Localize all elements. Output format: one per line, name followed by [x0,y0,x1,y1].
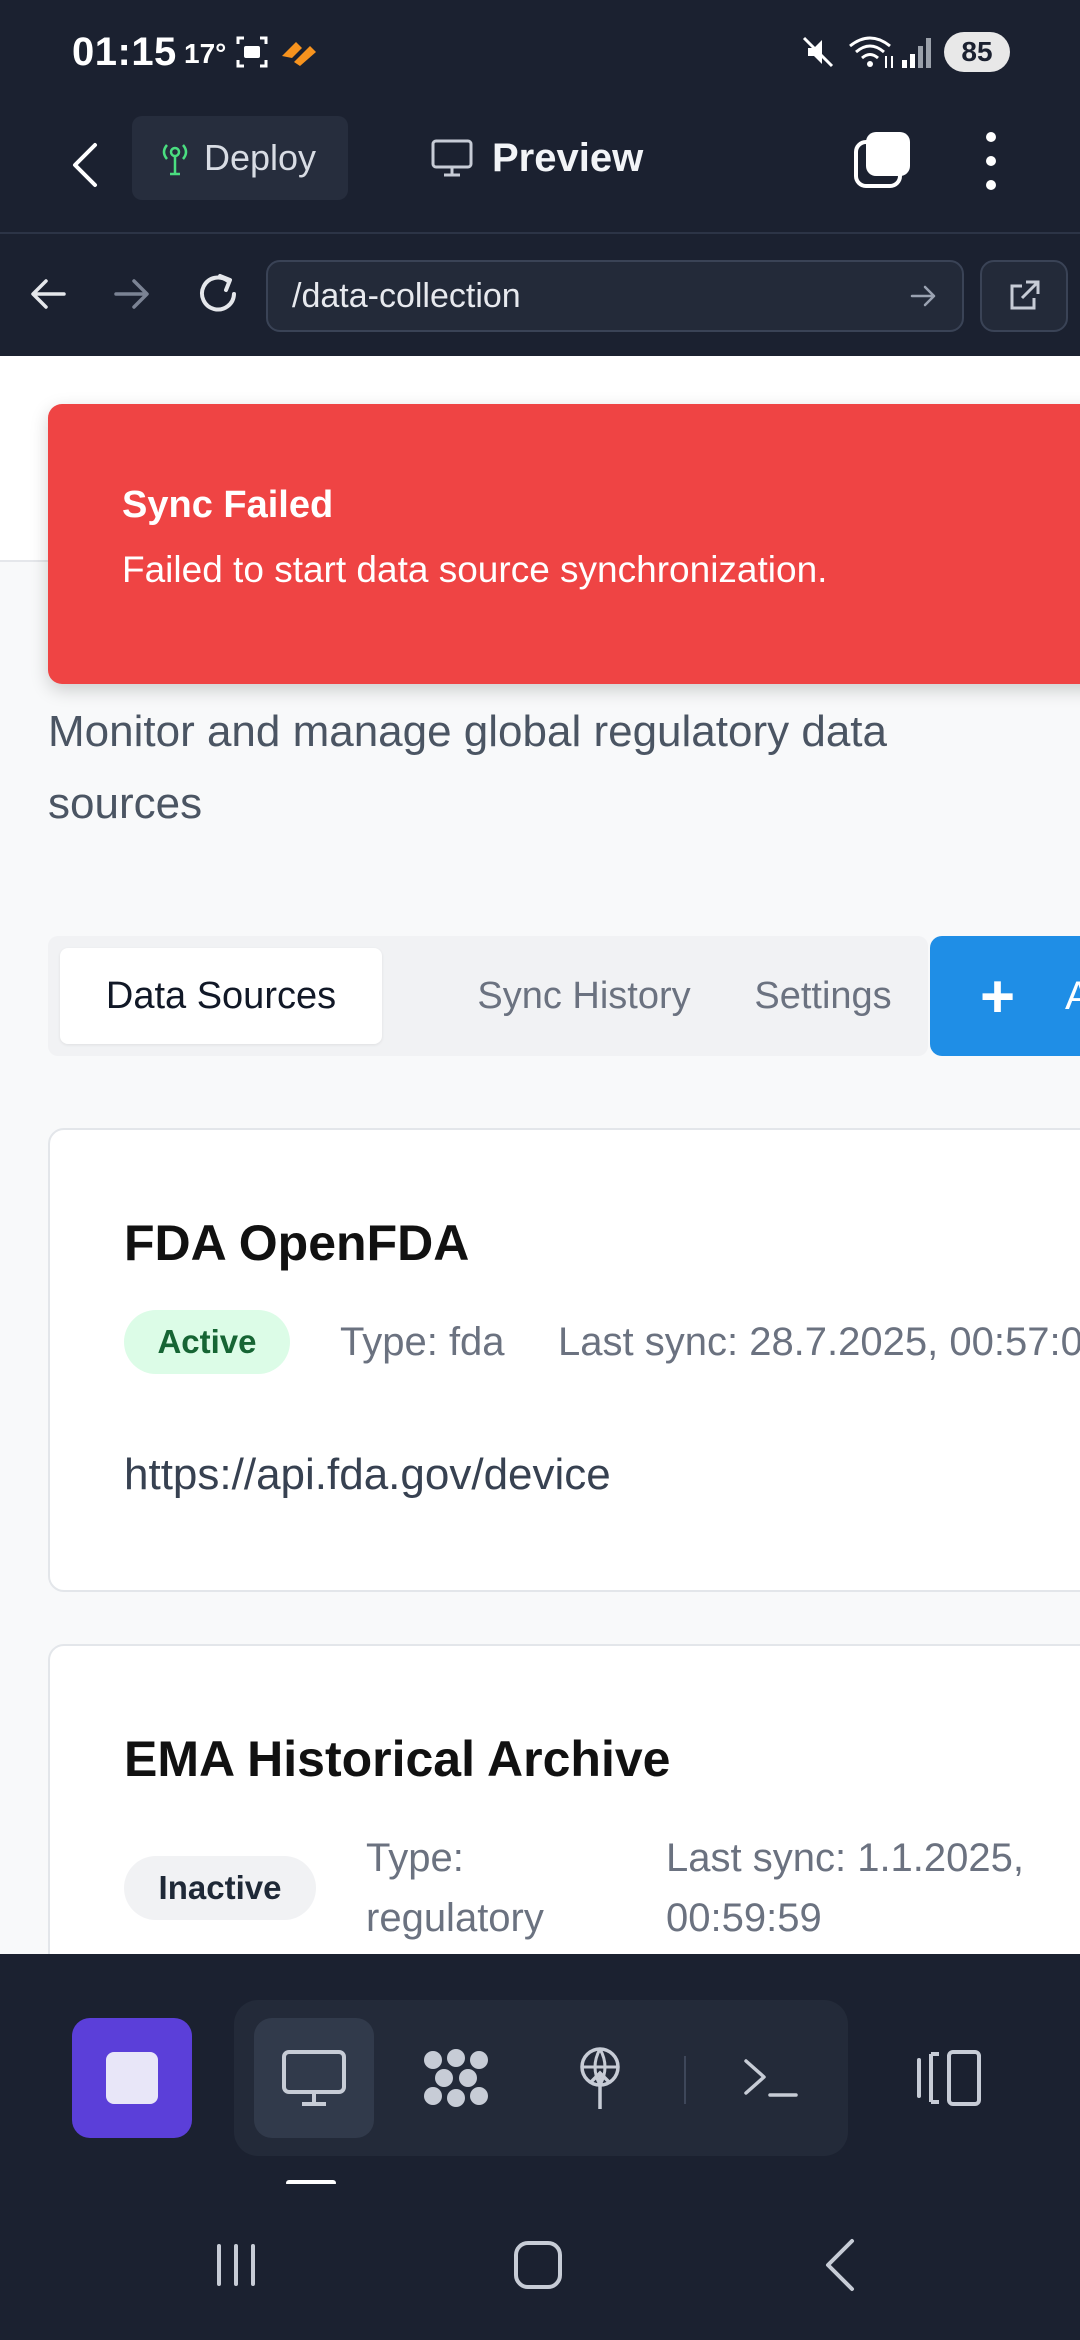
data-source-last-sync: Last sync: 28.7.2025, 00:57:0 [558,1320,1080,1364]
home-icon [514,2241,562,2289]
tab-data-sources[interactable]: Data Sources [60,948,382,1044]
deploy-label: Deploy [204,137,317,178]
monitor-icon [431,139,473,177]
toast-title: Sync Failed [122,484,334,526]
reload-button[interactable] [190,266,246,322]
recents-icon [217,2244,255,2286]
web-content: Sync Failed Failed to start data source … [0,356,1080,1954]
terminal-icon [744,2059,798,2097]
home-button[interactable] [488,2220,588,2310]
deploy-antenna-icon [162,144,188,176]
graph-nodes-icon [424,2049,488,2107]
divider [684,2056,686,2104]
status-bar: 01:15 17° 85 [0,0,1080,108]
preview-tool-button[interactable] [254,2018,374,2138]
screenshot-icon [236,36,268,68]
data-source-name: EMA Historical Archive [124,1731,671,1787]
toast-message: Failed to start data source synchronizat… [122,549,828,590]
workflow-tool-button[interactable] [396,2018,516,2138]
tabs-switcher-button[interactable] [852,130,912,190]
reload-icon [200,274,236,312]
console-tool-button[interactable] [710,2018,830,2138]
back-button[interactable] [60,130,110,200]
screen: 01:15 17° 85 Deploy Preview /data-collec… [0,0,1080,2340]
system-back-button[interactable] [790,2220,890,2310]
chevron-left-icon [826,2239,854,2291]
chevron-left-icon [73,143,97,187]
url-input[interactable]: /data-collection [266,260,964,332]
tab-list: Data Sources Sync History Settings [48,936,928,1056]
data-source-type-value: regulatory [366,1896,544,1940]
arrow-left-icon [31,279,66,309]
data-source-name: FDA OpenFDA [124,1215,470,1271]
dot [986,156,996,166]
preview-tab[interactable]: Preview [430,116,643,200]
panel-toggle-button[interactable] [890,2018,1010,2138]
battery-indicator: 85 [944,32,1010,72]
tab-sync-history[interactable]: Sync History [398,948,770,1044]
preview-label: Preview [492,135,644,180]
status-badge: Active [124,1310,290,1374]
data-source-last-sync: Last sync: 1.1.2025, [666,1836,1025,1880]
tab-settings[interactable]: Settings [718,948,928,1044]
url-text: /data-collection [292,276,521,315]
data-source-last-sync-time: 00:59:59 [666,1896,822,1940]
data-source-url: https://api.fda.gov/device [124,1450,611,1499]
wifi-icon [849,36,893,68]
go-arrow-icon[interactable] [908,280,940,312]
split-panel-icon [917,2050,981,2106]
page-subtitle: Monitor and manage global regulatory dat… [48,707,887,828]
external-link-icon [1010,280,1040,310]
browser-bar: /data-collection [0,236,1080,356]
data-source-card[interactable]: EMA Historical Archive Inactive Type: re… [48,1644,1080,1954]
app-header: Deploy Preview [0,108,1080,234]
arrow-right-icon [114,279,149,309]
tool-group [234,2000,848,2156]
dot [986,132,996,142]
more-options-button[interactable] [974,126,1008,196]
open-external-button[interactable] [980,260,1068,332]
status-temperature: 17° [184,38,227,69]
add-source-label: A [1065,973,1080,1018]
stop-icon [106,2052,158,2104]
system-nav-bar [0,2184,1080,2340]
mute-icon [802,36,834,68]
browser-back-button[interactable] [20,266,76,322]
error-toast[interactable]: Sync Failed Failed to start data source … [48,404,1080,684]
data-source-type-label: Type: [366,1836,464,1880]
stop-button[interactable] [72,2018,192,2138]
antenna-icon [580,2047,620,2109]
monitor-icon [282,2050,346,2106]
recent-apps-button[interactable] [186,2220,286,2310]
status-time: 01:15 [72,30,177,74]
plus-icon: + [980,962,1016,1030]
app-notification-icon [282,42,316,66]
deploy-button[interactable]: Deploy [132,116,348,200]
deploy-tool-button[interactable] [540,2018,660,2138]
signal-icon [902,38,931,68]
dot [986,180,996,190]
status-badge: Inactive [124,1856,316,1920]
data-source-type: Type: fda [340,1320,505,1364]
add-source-button[interactable]: + A [930,936,1080,1056]
browser-forward-button[interactable] [104,266,160,322]
bottom-toolbar [0,1954,1080,2186]
data-source-card[interactable]: FDA OpenFDA Active Type: fda Last sync: … [48,1128,1080,1592]
